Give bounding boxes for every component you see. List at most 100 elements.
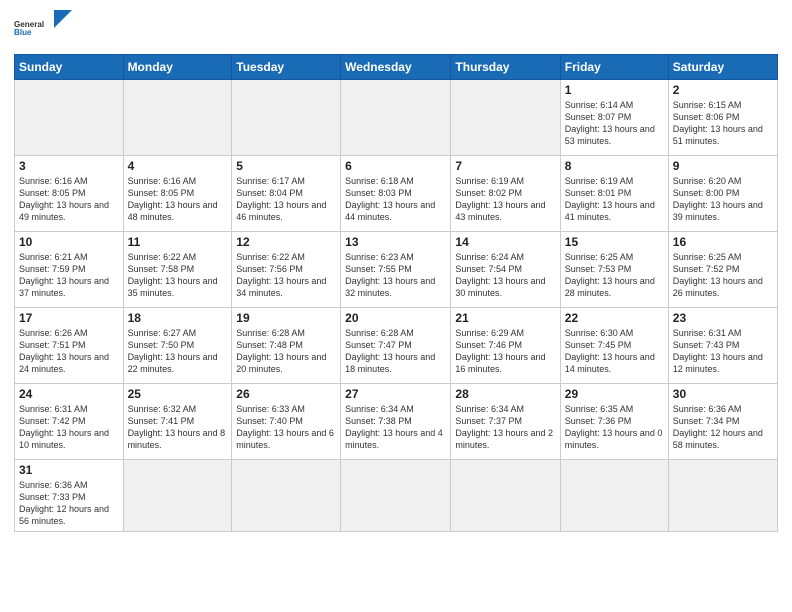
week-row-1: 1 Sunrise: 6:14 AM Sunset: 8:07 PM Daylig… <box>15 80 778 156</box>
header: General Blue <box>14 10 778 46</box>
logo-icon: General Blue <box>14 10 50 46</box>
cell-w4-d4: 21 Sunrise: 6:29 AM Sunset: 7:46 PM Dayli… <box>451 308 560 384</box>
day-info: Sunrise: 6:19 AM Sunset: 8:01 PM Dayligh… <box>565 175 664 224</box>
header-saturday: Saturday <box>668 55 777 80</box>
day-number: 17 <box>19 311 119 325</box>
day-number: 10 <box>19 235 119 249</box>
day-info: Sunrise: 6:25 AM Sunset: 7:53 PM Dayligh… <box>565 251 664 300</box>
day-number: 8 <box>565 159 664 173</box>
day-number: 18 <box>128 311 228 325</box>
day-number: 20 <box>345 311 446 325</box>
day-info: Sunrise: 6:19 AM Sunset: 8:02 PM Dayligh… <box>455 175 555 224</box>
day-number: 7 <box>455 159 555 173</box>
day-info: Sunrise: 6:21 AM Sunset: 7:59 PM Dayligh… <box>19 251 119 300</box>
day-number: 23 <box>673 311 773 325</box>
cell-w6-d3 <box>341 460 451 532</box>
day-info: Sunrise: 6:36 AM Sunset: 7:34 PM Dayligh… <box>673 403 773 452</box>
day-number: 21 <box>455 311 555 325</box>
cell-w6-d4 <box>451 460 560 532</box>
day-number: 31 <box>19 463 119 477</box>
cell-w3-d2: 12Sunrise: 6:22 AM Sunset: 7:56 PM Dayli… <box>232 232 341 308</box>
day-number: 3 <box>19 159 119 173</box>
day-info: Sunrise: 6:33 AM Sunset: 7:40 PM Dayligh… <box>236 403 336 452</box>
logo: General Blue <box>14 10 72 46</box>
cell-w4-d6: 23Sunrise: 6:31 AM Sunset: 7:43 PM Dayli… <box>668 308 777 384</box>
cell-w1-d1 <box>123 80 232 156</box>
day-number: 16 <box>673 235 773 249</box>
day-number: 30 <box>673 387 773 401</box>
day-info: Sunrise: 6:16 AM Sunset: 8:05 PM Dayligh… <box>128 175 228 224</box>
day-info: Sunrise: 6:17 AM Sunset: 8:04 PM Dayligh… <box>236 175 336 224</box>
cell-w1-d6: 2Sunrise: 6:15 AM Sunset: 8:06 PM Daylig… <box>668 80 777 156</box>
day-info: Sunrise: 6:16 AM Sunset: 8:05 PM Dayligh… <box>19 175 119 224</box>
page: General Blue SundayMondayTuesdayWednesda… <box>0 0 792 612</box>
cell-w3-d1: 11 Sunrise: 6:22 AM Sunset: 7:58 PM Dayli… <box>123 232 232 308</box>
cell-w4-d0: 17Sunrise: 6:26 AM Sunset: 7:51 PM Dayli… <box>15 308 124 384</box>
header-wednesday: Wednesday <box>341 55 451 80</box>
header-friday: Friday <box>560 55 668 80</box>
cell-w5-d2: 26 Sunrise: 6:33 AM Sunset: 7:40 PM Dayli… <box>232 384 341 460</box>
week-row-2: 3 Sunrise: 6:16 AM Sunset: 8:05 PM Daylig… <box>15 156 778 232</box>
day-number: 2 <box>673 83 773 97</box>
day-number: 11 <box>128 235 228 249</box>
header-tuesday: Tuesday <box>232 55 341 80</box>
day-info: Sunrise: 6:14 AM Sunset: 8:07 PM Dayligh… <box>565 99 664 148</box>
day-number: 15 <box>565 235 664 249</box>
day-info: Sunrise: 6:31 AM Sunset: 7:42 PM Dayligh… <box>19 403 119 452</box>
day-number: 13 <box>345 235 446 249</box>
cell-w2-d1: 4Sunrise: 6:16 AM Sunset: 8:05 PM Daylig… <box>123 156 232 232</box>
cell-w6-d2 <box>232 460 341 532</box>
day-number: 22 <box>565 311 664 325</box>
day-info: Sunrise: 6:32 AM Sunset: 7:41 PM Dayligh… <box>128 403 228 452</box>
cell-w6-d5 <box>560 460 668 532</box>
cell-w1-d3 <box>341 80 451 156</box>
week-row-3: 10 Sunrise: 6:21 AM Sunset: 7:59 PM Dayli… <box>15 232 778 308</box>
day-info: Sunrise: 6:24 AM Sunset: 7:54 PM Dayligh… <box>455 251 555 300</box>
day-number: 28 <box>455 387 555 401</box>
cell-w2-d2: 5 Sunrise: 6:17 AM Sunset: 8:04 PM Daylig… <box>232 156 341 232</box>
day-info: Sunrise: 6:25 AM Sunset: 7:52 PM Dayligh… <box>673 251 773 300</box>
cell-w3-d4: 14 Sunrise: 6:24 AM Sunset: 7:54 PM Dayli… <box>451 232 560 308</box>
day-number: 29 <box>565 387 664 401</box>
cell-w4-d2: 19Sunrise: 6:28 AM Sunset: 7:48 PM Dayli… <box>232 308 341 384</box>
cell-w2-d4: 7 Sunrise: 6:19 AM Sunset: 8:02 PM Daylig… <box>451 156 560 232</box>
cell-w5-d0: 24 Sunrise: 6:31 AM Sunset: 7:42 PM Dayli… <box>15 384 124 460</box>
day-info: Sunrise: 6:18 AM Sunset: 8:03 PM Dayligh… <box>345 175 446 224</box>
day-number: 5 <box>236 159 336 173</box>
svg-text:Blue: Blue <box>14 28 32 37</box>
day-number: 26 <box>236 387 336 401</box>
cell-w4-d3: 20 Sunrise: 6:28 AM Sunset: 7:47 PM Dayli… <box>341 308 451 384</box>
cell-w2-d3: 6 Sunrise: 6:18 AM Sunset: 8:03 PM Daylig… <box>341 156 451 232</box>
calendar-body: 1 Sunrise: 6:14 AM Sunset: 8:07 PM Daylig… <box>15 80 778 532</box>
day-info: Sunrise: 6:22 AM Sunset: 7:58 PM Dayligh… <box>128 251 228 300</box>
day-number: 24 <box>19 387 119 401</box>
cell-w5-d1: 25Sunrise: 6:32 AM Sunset: 7:41 PM Dayli… <box>123 384 232 460</box>
day-info: Sunrise: 6:22 AM Sunset: 7:56 PM Dayligh… <box>236 251 336 300</box>
cell-w4-d5: 22 Sunrise: 6:30 AM Sunset: 7:45 PM Dayli… <box>560 308 668 384</box>
day-info: Sunrise: 6:27 AM Sunset: 7:50 PM Dayligh… <box>128 327 228 376</box>
day-info: Sunrise: 6:36 AM Sunset: 7:33 PM Dayligh… <box>19 479 119 528</box>
header-monday: Monday <box>123 55 232 80</box>
cell-w5-d4: 28Sunrise: 6:34 AM Sunset: 7:37 PM Dayli… <box>451 384 560 460</box>
day-info: Sunrise: 6:34 AM Sunset: 7:38 PM Dayligh… <box>345 403 446 452</box>
week-row-4: 17Sunrise: 6:26 AM Sunset: 7:51 PM Dayli… <box>15 308 778 384</box>
week-row-6: 31 Sunrise: 6:36 AM Sunset: 7:33 PM Dayli… <box>15 460 778 532</box>
day-number: 14 <box>455 235 555 249</box>
cell-w3-d0: 10 Sunrise: 6:21 AM Sunset: 7:59 PM Dayli… <box>15 232 124 308</box>
logo-triangle-icon <box>54 10 72 46</box>
cell-w6-d6 <box>668 460 777 532</box>
cell-w2-d6: 9Sunrise: 6:20 AM Sunset: 8:00 PM Daylig… <box>668 156 777 232</box>
cell-w4-d1: 18 Sunrise: 6:27 AM Sunset: 7:50 PM Dayli… <box>123 308 232 384</box>
cell-w6-d1 <box>123 460 232 532</box>
day-number: 1 <box>565 83 664 97</box>
cell-w3-d5: 15 Sunrise: 6:25 AM Sunset: 7:53 PM Dayli… <box>560 232 668 308</box>
day-info: Sunrise: 6:30 AM Sunset: 7:45 PM Dayligh… <box>565 327 664 376</box>
day-info: Sunrise: 6:29 AM Sunset: 7:46 PM Dayligh… <box>455 327 555 376</box>
cell-w3-d6: 16 Sunrise: 6:25 AM Sunset: 7:52 PM Dayli… <box>668 232 777 308</box>
day-number: 6 <box>345 159 446 173</box>
cell-w1-d5: 1 Sunrise: 6:14 AM Sunset: 8:07 PM Daylig… <box>560 80 668 156</box>
cell-w5-d6: 30 Sunrise: 6:36 AM Sunset: 7:34 PM Dayli… <box>668 384 777 460</box>
day-info: Sunrise: 6:28 AM Sunset: 7:47 PM Dayligh… <box>345 327 446 376</box>
header-thursday: Thursday <box>451 55 560 80</box>
cell-w1-d2 <box>232 80 341 156</box>
